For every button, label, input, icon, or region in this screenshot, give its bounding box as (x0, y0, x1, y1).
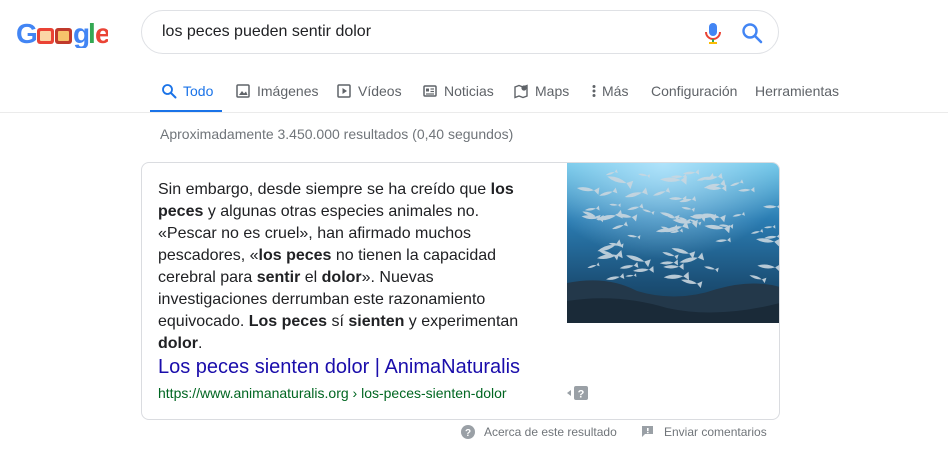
about-label: Acerca de este resultado (484, 425, 617, 439)
microphone-icon[interactable] (703, 22, 723, 44)
about-this-result-link[interactable]: ? Acerca de este resultado (461, 425, 617, 439)
tab-mas[interactable]: Más (591, 72, 628, 110)
tab-label: Configuración (651, 83, 738, 99)
tab-label: Maps (535, 83, 570, 99)
snippet-text-run: Sin embargo, desde siempre se ha creído … (158, 181, 491, 198)
svg-text:?: ? (578, 389, 585, 401)
snippet-bold-term: dolor (321, 269, 362, 286)
snippet-text-run: y experimentan (404, 313, 519, 330)
tab-label: Vídeos (358, 83, 402, 99)
feedback-icon (641, 425, 655, 439)
search-icon (161, 83, 177, 99)
snippet-text-run: sí (327, 313, 349, 330)
tab-maps[interactable]: Maps (513, 72, 569, 110)
tab-label: Más (602, 83, 629, 99)
tab-label: Todo (183, 83, 214, 99)
snippet-text-run: . (198, 335, 203, 352)
tab-videos[interactable]: Vídeos (336, 72, 402, 110)
tab-label: Herramientas (755, 83, 840, 99)
tab-label: Imágenes (257, 83, 319, 99)
snippet-bold-term: sentir (256, 269, 301, 286)
play-icon (336, 83, 352, 99)
tab-todo[interactable]: Todo (161, 72, 213, 110)
snippet-bold-term: sienten (348, 313, 405, 330)
tab-imagenes[interactable]: Imágenes (235, 72, 318, 110)
send-feedback-link[interactable]: Enviar comentarios (641, 425, 767, 439)
help-circle-icon: ? (461, 425, 475, 439)
news-icon (422, 83, 438, 99)
snippet-bold-term: los peces (258, 247, 332, 264)
fish-school-image[interactable] (567, 163, 779, 323)
map-pin-icon (513, 83, 529, 99)
tab-label: Noticias (444, 83, 494, 99)
tab-herramientas[interactable]: Herramientas (755, 72, 839, 110)
snippet-text: Sin embargo, desde siempre se ha creído … (158, 179, 528, 355)
feedback-label: Enviar comentarios (664, 425, 767, 439)
search-tabs: Todo Imágenes Vídeos Noticias Maps Más C… (0, 72, 948, 113)
search-input[interactable] (162, 11, 682, 53)
featured-snippet-card: Sin embargo, desde siempre se ha creído … (141, 162, 780, 420)
result-url[interactable]: https://www.animanaturalis.org › los-pec… (158, 383, 507, 403)
tab-noticias[interactable]: Noticias (422, 72, 494, 110)
more-vert-icon (591, 83, 597, 99)
svg-text:G: G (16, 18, 38, 48)
search-icon[interactable] (741, 22, 763, 44)
snippet-bold-term: Los peces (248, 313, 327, 330)
google-logo[interactable]: G g l e (16, 18, 108, 48)
result-stats: Aproximadamente 3.450.000 resultados (0,… (160, 126, 514, 142)
tab-configuracion[interactable]: Configuración (651, 72, 737, 110)
snippet-bold-term: dolor (158, 335, 198, 352)
tabs-divider (0, 112, 948, 113)
result-title-link[interactable]: Los peces sienten dolor | AnimaNaturalis (158, 355, 520, 379)
svg-text:?: ? (465, 428, 471, 439)
svg-text:e: e (95, 18, 108, 48)
snippet-text-run: el (300, 269, 322, 286)
about-source-icon[interactable]: ? (565, 385, 589, 401)
image-icon (235, 83, 251, 99)
search-box[interactable] (141, 10, 779, 54)
